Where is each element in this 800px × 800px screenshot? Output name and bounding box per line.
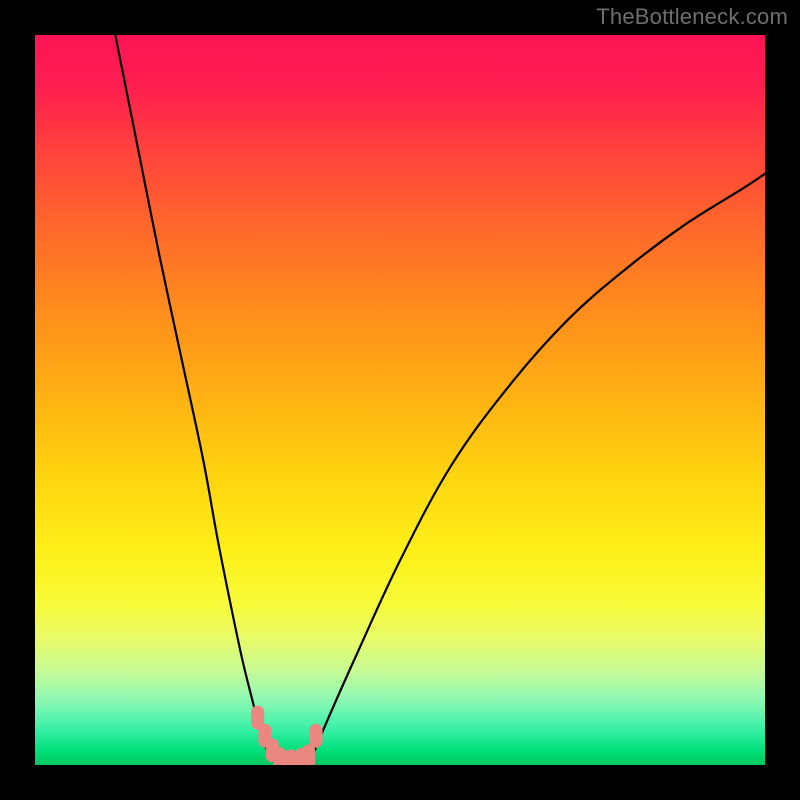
chart-frame: TheBottleneck.com [0,0,800,800]
curve-layer [35,35,765,765]
bottleneck-marker [302,744,315,765]
bottleneck-marker-cluster [251,706,322,765]
bottleneck-curve [115,35,765,765]
bottleneck-marker [310,724,323,748]
curve-left-branch [115,35,276,765]
curve-right-branch [309,174,765,765]
watermark-text: TheBottleneck.com [596,4,788,30]
plot-area [35,35,765,765]
